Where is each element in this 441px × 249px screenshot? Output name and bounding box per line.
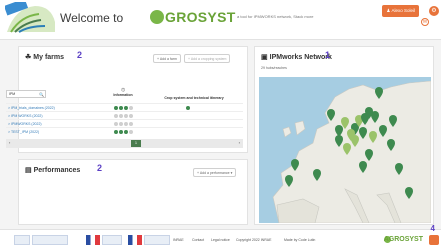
status-dot <box>129 122 133 126</box>
prev-icon[interactable]: ‹ <box>9 140 10 145</box>
farm-search-input[interactable]: IPM 🔍 <box>6 90 46 98</box>
brand-tagline: a tool for IPMWORKS network, Stack more <box>237 14 314 19</box>
farm-icon: ☘ <box>25 54 32 61</box>
footer-link-legal[interactable]: Legal notice <box>211 238 230 242</box>
info-status-dots <box>114 130 133 134</box>
farm-row[interactable]: > IPM_trials_domaines (2022) <box>6 103 243 111</box>
crop-column-header: Crop system and technical itinerary <box>164 96 224 100</box>
welcome-text: Welcome to <box>60 11 124 25</box>
footer-link-contact[interactable]: Contact <box>192 238 204 242</box>
search-icon: 🔍 <box>39 92 44 97</box>
user-menu-button[interactable]: ♟ Alexo Soleil <box>382 5 419 17</box>
add-performance-button[interactable]: + Add a performance ▾ <box>193 168 237 177</box>
info-column-header: ⓘ Information <box>108 88 138 97</box>
add-cropping-system-button[interactable]: + Add a cropping system <box>184 54 231 63</box>
chart-icon: ▤ <box>25 167 32 174</box>
network-panel: ▣ IPMworks Network 1 29 hubs/reaches <box>254 46 434 225</box>
farms-title: ☘ My farms <box>25 54 65 61</box>
status-dot <box>129 130 133 134</box>
page-1-button[interactable]: 1 <box>131 140 141 147</box>
settings-icon[interactable]: ⚙ <box>429 6 439 16</box>
agrosyst-logo[interactable] <box>5 2 57 36</box>
mail-icon[interactable]: ✉ <box>421 18 429 26</box>
info-status-dots <box>114 122 133 126</box>
sponsor-logo-3 <box>144 235 170 245</box>
farm-row[interactable]: > TEST_IPM (2022) <box>6 127 243 135</box>
status-dot <box>124 130 128 134</box>
europe-map[interactable] <box>259 77 431 223</box>
sponsor-logo-2 <box>102 235 122 245</box>
scroll-top-button[interactable] <box>429 235 439 245</box>
status-dot <box>119 122 123 126</box>
performances-annotation: 2 <box>97 163 103 173</box>
farm-row[interactable]: > IPMWORKS (2022) <box>6 119 243 127</box>
user-icon: ♟ <box>386 8 391 13</box>
brand-mark <box>150 10 164 24</box>
flag-france-2 <box>128 235 142 245</box>
status-dot <box>124 122 128 126</box>
next-icon[interactable]: › <box>239 140 240 145</box>
farm-pager: ‹ 1 › <box>6 139 243 148</box>
info-status-dots <box>114 114 133 118</box>
eu-flag <box>14 235 30 245</box>
status-dot <box>114 130 118 134</box>
brand-name: GROSYST <box>165 9 236 25</box>
status-dot <box>124 106 128 110</box>
network-annotation: 1 <box>325 50 331 60</box>
sponsor-logo-1 <box>32 235 68 245</box>
info-status-dots <box>114 106 133 110</box>
status-dot <box>119 130 123 134</box>
network-subtitle: 29 hubs/reaches <box>261 66 287 70</box>
flag-france <box>86 235 100 245</box>
network-title: ▣ IPMworks Network <box>261 54 332 61</box>
add-farm-button[interactable]: + Add a farm <box>153 54 181 63</box>
farm-row[interactable]: > IPM WORKS (2022) <box>6 111 243 119</box>
status-dot <box>129 106 133 110</box>
farms-annotation: 2 <box>77 50 83 60</box>
footer-annotation: 4 <box>430 224 435 233</box>
status-dot <box>119 114 123 118</box>
status-dot <box>114 106 118 110</box>
status-dot <box>124 114 128 118</box>
footer-brand: AGROSYST <box>383 236 423 243</box>
footer-made-by[interactable]: Made by Code Lutin <box>284 238 315 242</box>
user-name: Alexo Soleil <box>391 8 415 13</box>
footer-copyright: Copyright 2022 INRAE <box>236 238 272 242</box>
performances-title: ▤ Performances <box>25 167 81 174</box>
performances-panel: ▤ Performances 2 + Add a performance ▾ <box>18 159 248 225</box>
status-dot <box>114 114 118 118</box>
header: Welcome to GROSYST a tool for IPMWORKS n… <box>0 0 441 40</box>
farm-label[interactable]: > TEST_IPM (2022) <box>8 128 39 136</box>
status-dot <box>114 122 118 126</box>
footer-link-inrae[interactable]: INRAE <box>173 238 184 242</box>
crop-status-dot <box>186 106 190 110</box>
map-icon: ▣ <box>261 54 268 61</box>
footer: INRAE Contact Legal notice Copyright 202… <box>0 224 441 249</box>
status-dot <box>129 114 133 118</box>
status-dot <box>119 106 123 110</box>
